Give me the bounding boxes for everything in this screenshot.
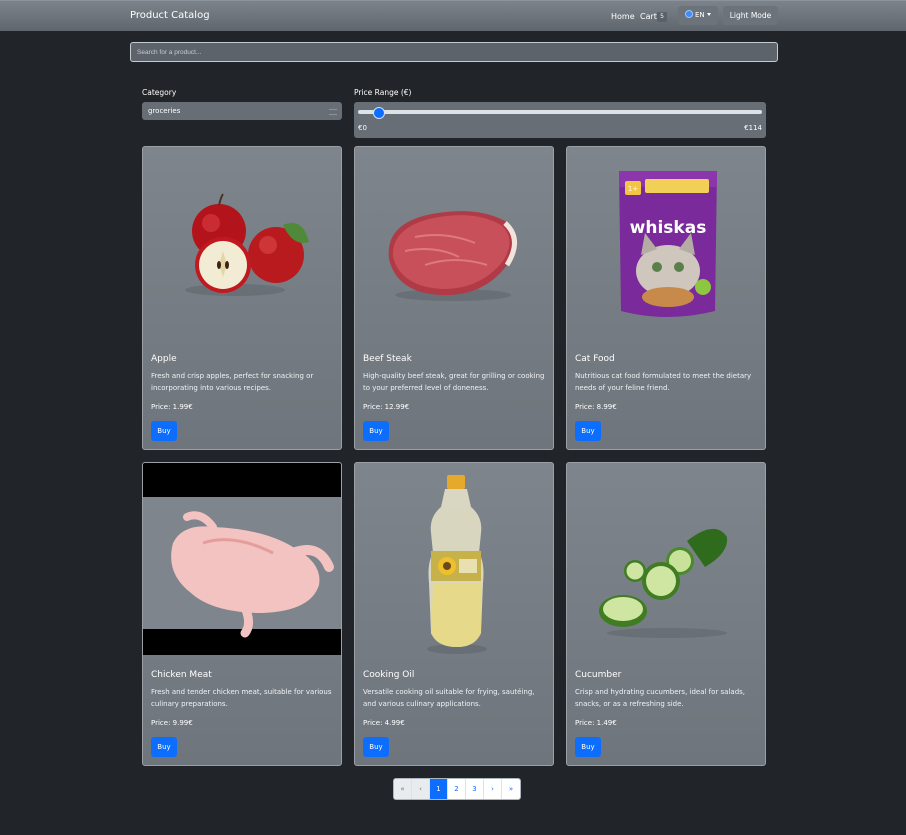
- product-description: Crisp and hydrating cucumbers, ideal for…: [575, 688, 746, 708]
- language-label: EN: [695, 11, 705, 19]
- cat-food-pouch-image: 1+ whiskas: [619, 171, 717, 317]
- product-price: Price: 9.99€: [151, 719, 193, 727]
- whiskas-logo: whiskas: [630, 218, 707, 238]
- price-range-box: €0 €114: [354, 102, 766, 138]
- product-card: 1+ whiskas Cat Food Nutritious cat food …: [566, 146, 766, 450]
- product-price: Price: 4.99€: [363, 719, 405, 727]
- globe-icon: [685, 10, 693, 18]
- language-dropdown[interactable]: EN: [678, 6, 718, 25]
- last-page-button[interactable]: »: [502, 779, 520, 799]
- product-price: Price: 8.99€: [575, 403, 617, 411]
- price-range-track[interactable]: [358, 110, 762, 114]
- select-arrow-icon: [329, 109, 337, 115]
- product-description: Nutritious cat food formulated to meet t…: [575, 372, 752, 392]
- product-title[interactable]: Cat Food: [575, 354, 615, 364]
- brand-title[interactable]: Product Catalog: [130, 10, 210, 21]
- prev-page-button[interactable]: ‹: [412, 779, 430, 799]
- cucumber-image: [599, 528, 728, 638]
- buy-button[interactable]: Buy: [575, 737, 601, 757]
- buy-button[interactable]: Buy: [151, 421, 177, 441]
- buy-button[interactable]: Buy: [575, 421, 601, 441]
- svg-text:1+: 1+: [628, 185, 638, 193]
- product-card: Chicken Meat Fresh and tender chicken me…: [142, 462, 342, 766]
- product-card: Cucumber Crisp and hydrating cucumbers, …: [566, 462, 766, 766]
- navbar: Product Catalog Home Cart 5 EN Light Mod…: [0, 0, 906, 31]
- product-price: Price: 1.99€: [151, 403, 193, 411]
- product-description: Versatile cooking oil suitable for fryin…: [363, 688, 535, 708]
- category-label: Category: [142, 88, 177, 97]
- caret-down-icon: [706, 13, 711, 16]
- steak-image: [388, 211, 517, 301]
- product-card: Cooking Oil Versatile cooking oil suitab…: [354, 462, 554, 766]
- product-price: Price: 1.49€: [575, 719, 617, 727]
- page-3-button[interactable]: 3: [466, 779, 484, 799]
- price-range-label: Price Range (€): [354, 88, 412, 97]
- product-description: Fresh and crisp apples, perfect for snac…: [151, 372, 314, 392]
- buy-button[interactable]: Buy: [151, 737, 177, 757]
- oil-bottle-image: [427, 475, 487, 654]
- price-max-label: €114: [744, 124, 762, 132]
- product-title[interactable]: Apple: [151, 354, 177, 364]
- nav-cart-link[interactable]: Cart: [640, 12, 657, 21]
- price-range-thumb[interactable]: [373, 107, 386, 119]
- category-select[interactable]: groceries: [142, 102, 342, 120]
- apple-image: [185, 193, 309, 296]
- buy-button[interactable]: Buy: [363, 737, 389, 757]
- product-description: Fresh and tender chicken meat, suitable …: [151, 688, 332, 708]
- search-input[interactable]: [130, 42, 778, 62]
- nav-home-link[interactable]: Home: [611, 12, 635, 21]
- page-2-button[interactable]: 2: [448, 779, 466, 799]
- product-title[interactable]: Cooking Oil: [363, 670, 414, 680]
- page-1-button[interactable]: 1: [430, 779, 448, 799]
- category-selected-value: groceries: [148, 107, 181, 115]
- product-description: High-quality beef steak, great for grill…: [363, 372, 545, 392]
- theme-toggle-button[interactable]: Light Mode: [723, 6, 778, 25]
- product-title[interactable]: Cucumber: [575, 670, 621, 680]
- first-page-button[interactable]: «: [394, 779, 412, 799]
- product-card: Apple Fresh and crisp apples, perfect fo…: [142, 146, 342, 450]
- next-page-button[interactable]: ›: [484, 779, 502, 799]
- pagination: « ‹ 1 2 3 › »: [393, 778, 521, 800]
- buy-button[interactable]: Buy: [363, 421, 389, 441]
- cart-count-badge: 5: [657, 12, 667, 22]
- product-title[interactable]: Chicken Meat: [151, 670, 212, 680]
- price-min-label: €0: [358, 124, 367, 132]
- product-price: Price: 12.99€: [363, 403, 410, 411]
- product-card: Beef Steak High-quality beef steak, grea…: [354, 146, 554, 450]
- product-title[interactable]: Beef Steak: [363, 354, 412, 364]
- chicken-image: [143, 463, 341, 655]
